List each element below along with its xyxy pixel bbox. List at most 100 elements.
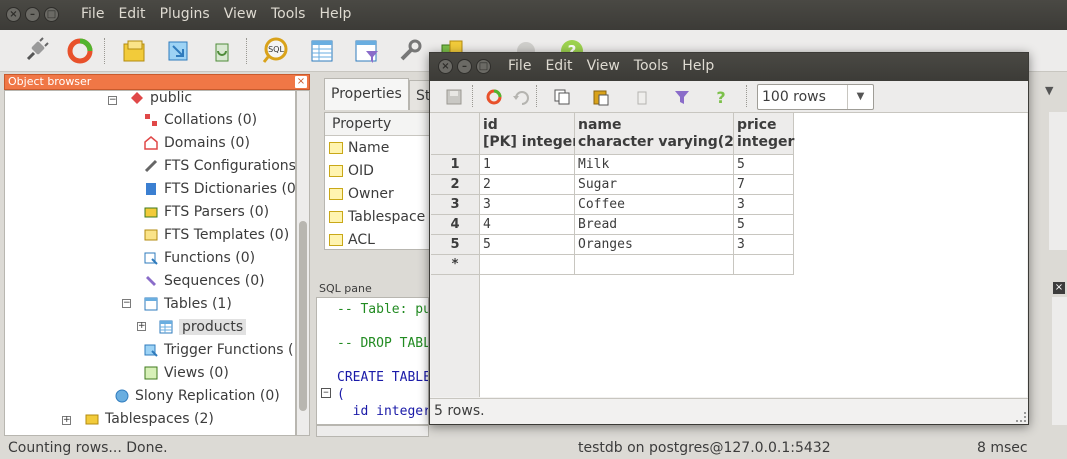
sql-vscrollbar[interactable]	[1052, 297, 1067, 425]
row-header[interactable]: 4	[431, 215, 480, 235]
new-row-header[interactable]: *	[431, 255, 480, 275]
paste-icon[interactable]	[590, 86, 612, 108]
column-header-id[interactable]: id [PK] integer	[480, 113, 579, 155]
properties-icon[interactable]	[118, 35, 150, 67]
sql-hscrollbar[interactable]	[316, 425, 429, 437]
tree-item-views[interactable]: Views (0)	[143, 362, 229, 384]
row-header[interactable]: 2	[431, 175, 480, 195]
grid-cell-id[interactable]: 2	[480, 175, 575, 195]
grid-cell-price[interactable]: 5	[734, 155, 794, 175]
tree-item-collations[interactable]: Collations (0)	[143, 109, 257, 131]
tree-item-sequences[interactable]: Sequences (0)	[143, 270, 265, 292]
refresh-icon[interactable]	[64, 35, 96, 67]
sql-editor[interactable]: -- Table: pu -- DROP TABL CREATE TABLE −…	[316, 297, 429, 425]
menu-help[interactable]: Help	[675, 58, 721, 74]
menu-plugins[interactable]: Plugins	[153, 6, 217, 22]
resize-grip-icon[interactable]	[1016, 412, 1026, 422]
close-sql-pane-button[interactable]: ×	[1053, 282, 1065, 294]
expand-tablespaces-expander[interactable]: +	[62, 416, 71, 425]
close-window-button[interactable]: ×	[6, 7, 21, 22]
grid-cell-name[interactable]: Coffee	[575, 195, 734, 215]
property-row[interactable]: Tablespace	[325, 205, 433, 228]
row-limit-select[interactable]: 100 rows ▼	[757, 84, 874, 110]
maintenance-icon[interactable]	[394, 35, 426, 67]
new-row-cell-id[interactable]	[480, 255, 575, 275]
grid-cell-id[interactable]: 5	[480, 235, 575, 255]
scrollbar-thumb[interactable]	[299, 221, 307, 411]
sql-query-icon[interactable]: SQL	[260, 35, 292, 67]
tree-item-tablespaces[interactable]: Tablespaces (2)	[84, 408, 214, 430]
menu-edit[interactable]: Edit	[538, 58, 579, 74]
tree-item-fts-configurations[interactable]: FTS Configurations	[143, 155, 295, 177]
undo-icon[interactable]	[510, 86, 532, 108]
create-object-icon[interactable]	[162, 35, 194, 67]
menu-edit[interactable]: Edit	[111, 6, 152, 22]
menu-tools[interactable]: Tools	[627, 58, 676, 74]
property-row[interactable]: Owner	[325, 182, 433, 205]
minimize-window-button[interactable]: –	[25, 7, 40, 22]
properties-scrollbar[interactable]	[1049, 112, 1067, 250]
menu-file[interactable]: File	[501, 58, 538, 74]
maximize-window-button[interactable]: □	[44, 7, 59, 22]
delete-row-icon[interactable]	[631, 86, 653, 108]
column-header-price[interactable]: price integer	[734, 113, 794, 155]
expand-products-expander[interactable]: +	[137, 322, 146, 331]
minimize-window-button[interactable]: –	[457, 59, 472, 74]
close-window-button[interactable]: ×	[438, 59, 453, 74]
tree-item-fts-templates[interactable]: FTS Templates (0)	[143, 224, 289, 246]
copy-icon[interactable]	[551, 86, 573, 108]
row-header[interactable]: 3	[431, 195, 480, 215]
grid-cell-price[interactable]: 7	[734, 175, 794, 195]
tree-item-products[interactable]: products	[158, 316, 247, 338]
tree-item-domains[interactable]: Domains (0)	[143, 132, 250, 154]
filter-icon[interactable]	[671, 86, 693, 108]
property-row[interactable]: ACL	[325, 228, 433, 251]
grid-cell-price[interactable]: 3	[734, 235, 794, 255]
row-header[interactable]: 5	[431, 235, 480, 255]
grid-cell-name[interactable]: Bread	[575, 215, 734, 235]
grid-cell-name[interactable]: Sugar	[575, 175, 734, 195]
connect-icon[interactable]	[20, 35, 52, 67]
delete-icon[interactable]	[206, 35, 238, 67]
tree-item-trigger-functions[interactable]: Trigger Functions (	[143, 339, 294, 361]
row-header[interactable]: 1	[431, 155, 480, 175]
tree-item-fts-parsers[interactable]: FTS Parsers (0)	[143, 201, 269, 223]
tabs-dropdown-icon[interactable]: ▼	[1045, 84, 1053, 97]
collapse-tables-expander[interactable]: −	[122, 299, 131, 308]
new-row-cell-price[interactable]	[734, 255, 794, 275]
menu-view[interactable]: View	[217, 6, 264, 22]
menu-file[interactable]: File	[74, 6, 111, 22]
grid-cell-price[interactable]: 3	[734, 195, 794, 215]
collapse-public-expander[interactable]: −	[108, 96, 117, 105]
menu-tools[interactable]: Tools	[264, 6, 313, 22]
column-header-name[interactable]: name character varying(20)	[575, 113, 750, 155]
save-icon[interactable]	[443, 86, 465, 108]
refresh-icon[interactable]	[483, 86, 505, 108]
grid-cell-name[interactable]: Milk	[575, 155, 734, 175]
property-row[interactable]: Name	[325, 136, 433, 159]
tree-item-slony-replication[interactable]: Slony Replication (0)	[114, 385, 280, 407]
tree-item-functions[interactable]: Functions (0)	[143, 247, 255, 269]
tree-item-tables[interactable]: Tables (1)	[143, 293, 232, 315]
property-row[interactable]: OID	[325, 159, 433, 182]
tree-item-fts-dictionaries[interactable]: FTS Dictionaries (0)	[143, 178, 295, 200]
grid-cell-id[interactable]: 4	[480, 215, 575, 235]
grid-corner[interactable]	[431, 113, 480, 155]
grid-cell-id[interactable]: 3	[480, 195, 575, 215]
view-data-icon[interactable]	[306, 35, 338, 67]
maximize-window-button[interactable]: □	[476, 59, 491, 74]
property-column-header[interactable]: Property	[325, 113, 433, 136]
tree-item-public[interactable]: public	[129, 91, 192, 109]
grid-cell-price[interactable]: 5	[734, 215, 794, 235]
object-browser-scrollbar[interactable]	[296, 90, 310, 436]
filtered-data-icon[interactable]	[350, 35, 382, 67]
menu-help[interactable]: Help	[312, 6, 358, 22]
tab-properties[interactable]: Properties	[324, 78, 409, 110]
grid-cell-name[interactable]: Oranges	[575, 235, 734, 255]
close-object-browser-button[interactable]: ×	[295, 76, 307, 88]
help-icon[interactable]: ?	[710, 86, 732, 108]
chevron-down-icon[interactable]: ▼	[847, 85, 873, 109]
grid-cell-id[interactable]: 1	[480, 155, 575, 175]
menu-view[interactable]: View	[580, 58, 627, 74]
new-row-cell-name[interactable]	[575, 255, 734, 275]
